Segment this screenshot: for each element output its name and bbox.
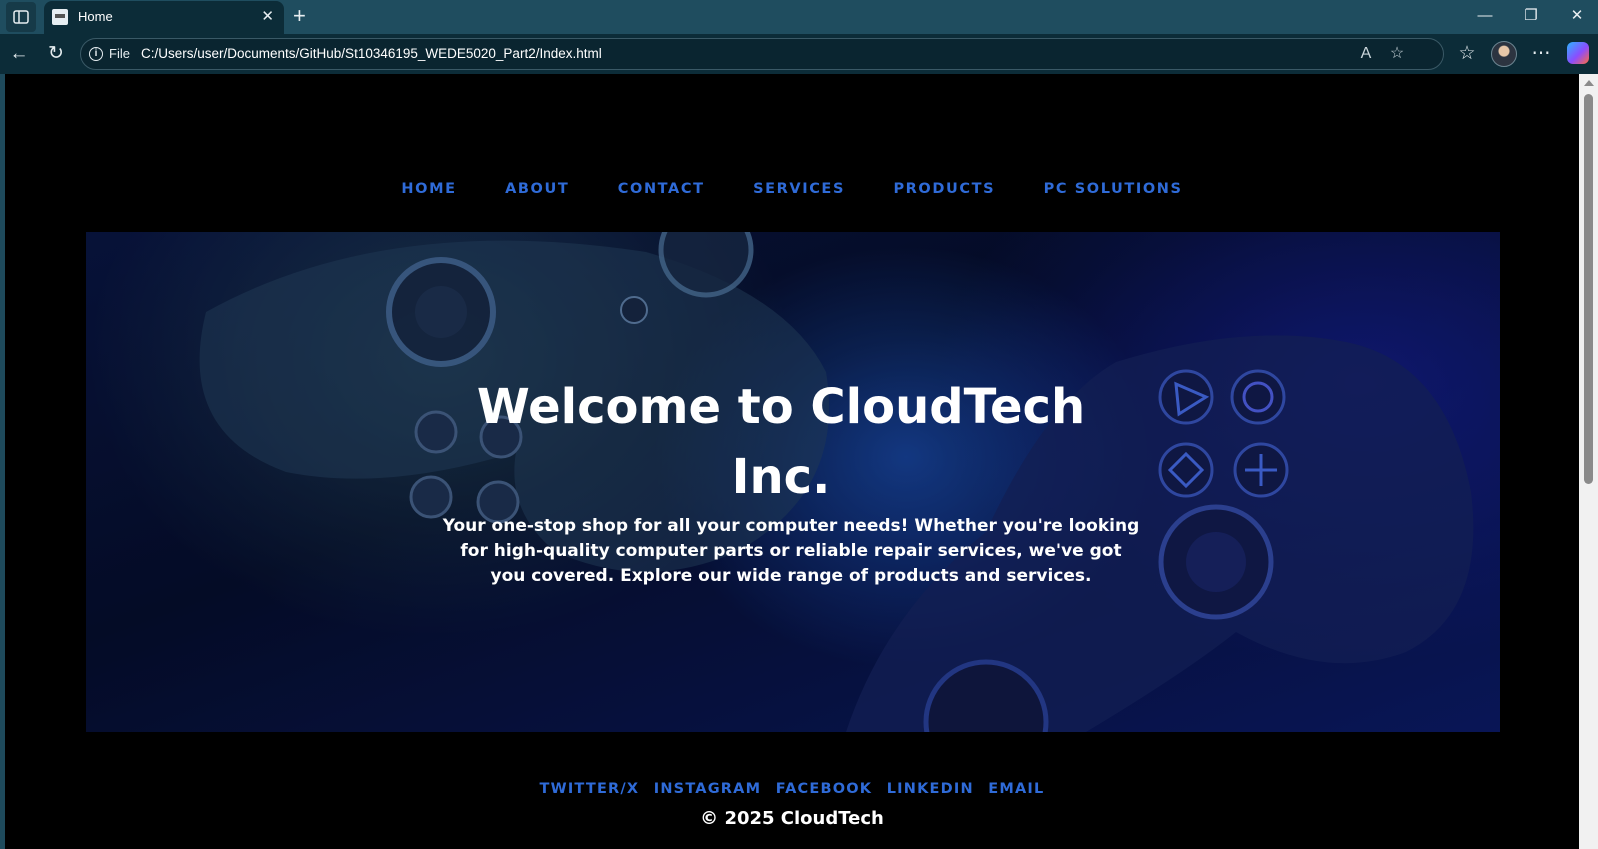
scheme-label: File bbox=[109, 46, 130, 61]
tab-strip: Home ✕ + — ❐ ✕ bbox=[0, 0, 1598, 34]
twitter-link[interactable]: TWITTER/X bbox=[540, 781, 640, 797]
restore-icon[interactable]: ❐ bbox=[1521, 6, 1541, 26]
close-icon[interactable]: ✕ bbox=[261, 8, 274, 26]
avatar[interactable] bbox=[1491, 41, 1517, 67]
nav-products-link[interactable]: PRODUCTS bbox=[893, 181, 995, 197]
info-icon[interactable]: i bbox=[89, 47, 103, 61]
tab-actions-button[interactable] bbox=[6, 2, 36, 32]
read-aloud-icon[interactable]: A bbox=[1356, 44, 1376, 64]
hero-banner: Welcome to CloudTech Inc. Your one-stop … bbox=[86, 232, 1500, 732]
address-bar[interactable]: i File C:/Users/user/Documents/GitHub/St… bbox=[80, 38, 1444, 70]
email-link[interactable]: EMAIL bbox=[988, 781, 1044, 797]
url-text[interactable]: C:/Users/user/Documents/GitHub/St1034619… bbox=[141, 46, 602, 61]
more-icon[interactable]: ⋯ bbox=[1530, 43, 1552, 65]
tab-home[interactable]: Home ✕ bbox=[44, 1, 284, 34]
minimize-icon[interactable]: — bbox=[1475, 6, 1495, 26]
linkedin-link[interactable]: LINKEDIN bbox=[887, 781, 974, 797]
copilot-icon[interactable] bbox=[1567, 42, 1589, 64]
facebook-link[interactable]: FACEBOOK bbox=[776, 781, 873, 797]
scroll-up-icon[interactable] bbox=[1584, 80, 1594, 86]
back-icon[interactable]: ← bbox=[8, 43, 30, 65]
page-viewport: HOME ABOUT CONTACT SERVICES PRODUCTS PC … bbox=[5, 74, 1579, 849]
copyright-text: © 2025 CloudTech bbox=[700, 808, 884, 829]
vertical-scrollbar[interactable] bbox=[1579, 74, 1598, 849]
sidebar-icon bbox=[13, 10, 29, 24]
plus-icon[interactable]: + bbox=[293, 4, 306, 28]
nav-about-link[interactable]: ABOUT bbox=[505, 181, 569, 197]
window-close-icon[interactable]: ✕ bbox=[1567, 6, 1587, 26]
browser-toolbar: ← ↻ i File C:/Users/user/Documents/GitHu… bbox=[0, 34, 1598, 74]
nav-pc-solutions-link[interactable]: PC SOLUTIONS bbox=[1044, 181, 1183, 197]
scroll-thumb[interactable] bbox=[1584, 94, 1593, 484]
nav-services-link[interactable]: SERVICES bbox=[753, 181, 845, 197]
nav-home-link[interactable]: HOME bbox=[401, 181, 456, 197]
hero-title: Welcome to CloudTech Inc. bbox=[476, 379, 1086, 505]
main-nav: HOME ABOUT CONTACT SERVICES PRODUCTS PC … bbox=[5, 180, 1579, 198]
nav-contact-link[interactable]: CONTACT bbox=[618, 181, 705, 197]
favicon-icon bbox=[52, 9, 68, 25]
hero-description: Your one-stop shop for all your computer… bbox=[442, 516, 1140, 586]
refresh-icon[interactable]: ↻ bbox=[45, 43, 67, 65]
footer-social-links: TWITTER/X INSTAGRAM FACEBOOK LINKEDIN EM… bbox=[5, 780, 1579, 798]
tab-title: Home bbox=[78, 9, 113, 24]
favorites-icon[interactable]: ☆ bbox=[1456, 43, 1478, 65]
instagram-link[interactable]: INSTAGRAM bbox=[654, 781, 761, 797]
star-icon[interactable]: ☆ bbox=[1387, 44, 1407, 64]
